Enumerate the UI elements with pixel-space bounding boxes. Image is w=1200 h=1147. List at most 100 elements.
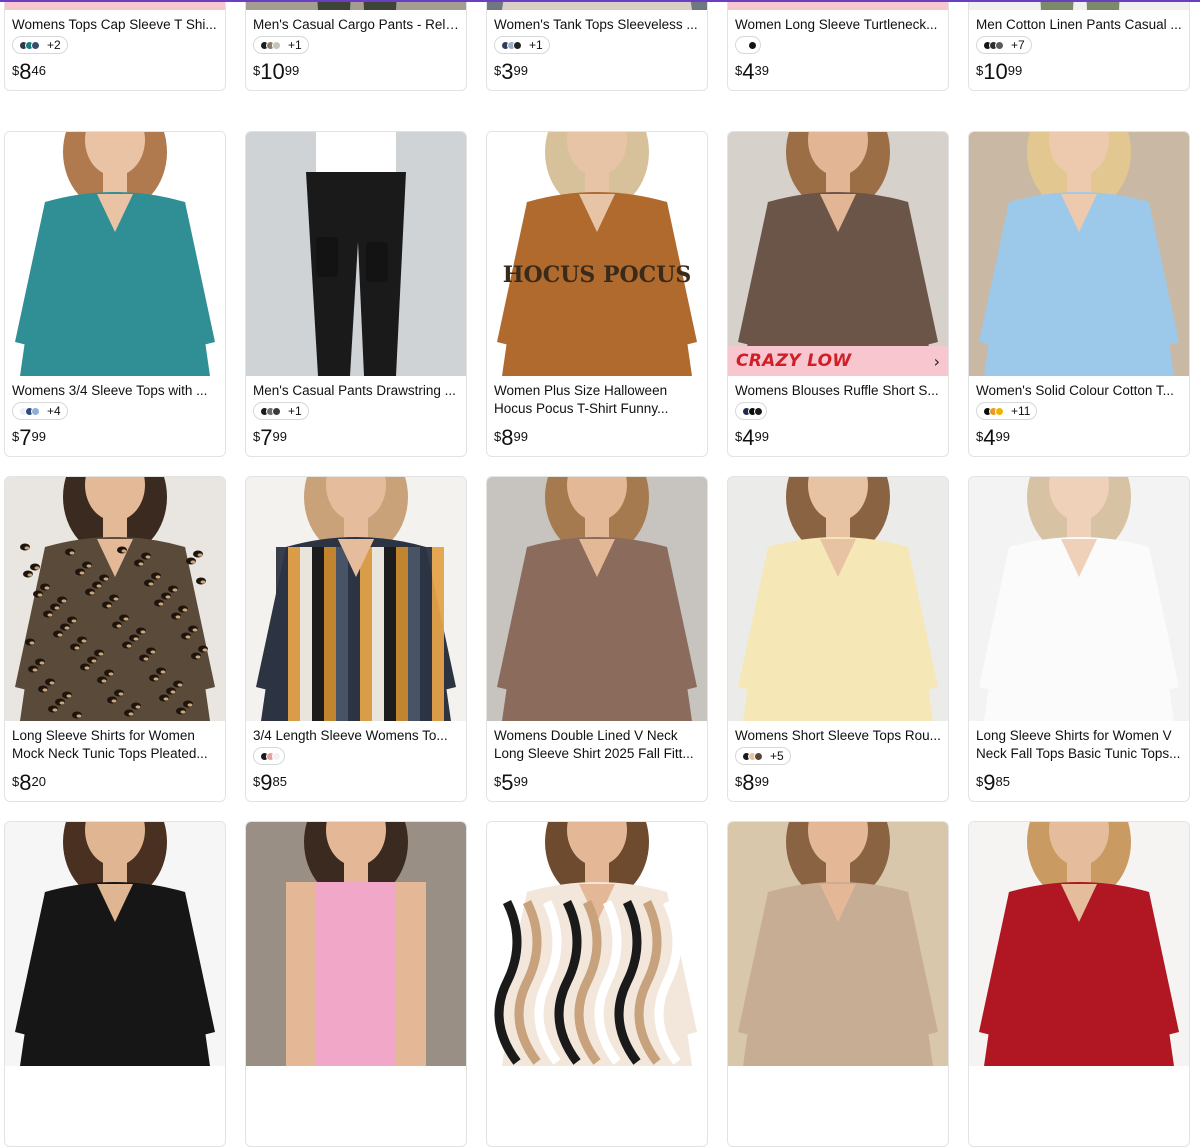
product-photo[interactable] [487,822,707,1066]
color-swatches[interactable] [253,747,285,765]
product-image[interactable] [728,822,948,1066]
product-photo[interactable] [246,822,466,1066]
product-card[interactable]: CRAZY LOW›Womens Tops Cap Sleeve T Shi..… [4,0,226,91]
product-card[interactable] [486,821,708,1147]
product-title[interactable]: 3/4 Length Sleeve Womens To... [253,727,461,745]
product-card[interactable] [4,821,226,1147]
swatch-dot [272,406,281,416]
price-fraction: 99 [995,429,1010,444]
product-title[interactable]: Women's Solid Colour Cotton T... [976,382,1184,400]
product-photo[interactable] [246,477,466,721]
product-image[interactable] [728,132,948,376]
product-photo[interactable] [969,132,1189,376]
product-title[interactable]: Long Sleeve Shirts for Women V Neck Fall… [976,727,1184,763]
product-price: $8 46 [12,60,46,84]
color-swatches[interactable]: +1 [253,402,309,420]
swatch-dots [501,40,522,50]
product-title[interactable]: Women Plus Size Halloween Hocus Pocus T-… [494,382,702,418]
product-photo[interactable]: HOCUS POCUS [487,132,707,376]
color-swatches[interactable]: +1 [253,36,309,54]
product-card[interactable] [968,821,1190,1147]
product-image[interactable] [728,477,948,721]
product-title[interactable]: Womens Tops Cap Sleeve T Shi... [12,16,220,34]
product-photo[interactable] [728,132,948,376]
swatch-dots [983,406,1004,416]
product-card[interactable]: Men Cotton Linen Pants Casual ... +7 $10 99 [968,0,1190,91]
color-swatches[interactable]: +7 [976,36,1032,54]
swatch-dot [754,406,763,416]
product-image[interactable] [487,477,707,721]
product-image[interactable] [246,477,466,721]
product-image[interactable] [487,822,707,1066]
color-swatches[interactable] [735,36,761,54]
product-image[interactable] [5,477,225,721]
product-price: $5 99 [494,771,528,795]
product-photo[interactable] [487,477,707,721]
price-whole: 10 [260,59,285,84]
color-swatches[interactable]: +4 [12,402,68,420]
product-image[interactable] [246,822,466,1066]
product-title[interactable]: Men Cotton Linen Pants Casual ... [976,16,1184,34]
product-card[interactable]: 3/4 Length Sleeve Womens To... $9 85 [245,476,467,802]
product-title[interactable]: Womens Short Sleeve Tops Rou... [735,727,943,745]
price-currency: $ [976,63,984,78]
price-fraction: 99 [284,63,300,78]
crazy-low-banner[interactable]: CRAZY LOW › [728,346,948,376]
product-title[interactable]: Men's Casual Cargo Pants - Rela... [253,16,461,34]
price-fraction: 39 [754,63,769,78]
product-photo[interactable] [728,822,948,1066]
product-title[interactable]: Womens 3/4 Sleeve Tops with ... [12,382,220,400]
product-photo[interactable] [969,822,1189,1066]
color-swatches[interactable] [735,402,767,420]
product-card[interactable]: Women's Tank Tops Sleeveless ... +1 $3 99 [486,0,708,91]
product-photo[interactable] [5,477,225,721]
product-card[interactable]: CRAZY LOW › Womens Blouses Ruffle Short S.… [727,131,949,457]
product-image[interactable] [246,132,466,376]
product-card[interactable] [245,821,467,1147]
product-card[interactable]: Long Sleeve Shirts for Women V Neck Fall… [968,476,1190,802]
product-card[interactable]: Womens Short Sleeve Tops Rou... +5 $8 99 [727,476,949,802]
product-card[interactable]: HOCUS POCUS Women Plus Size Halloween Hoc… [486,131,708,457]
product-title[interactable]: Womens Blouses Ruffle Short S... [735,382,943,400]
product-price: $3 99 [494,60,528,84]
product-photo[interactable] [5,132,225,376]
product-photo[interactable] [969,477,1189,721]
product-card[interactable] [727,821,949,1147]
product-image[interactable] [969,477,1189,721]
product-title[interactable]: Long Sleeve Shirts for Women Mock Neck T… [12,727,220,763]
product-card[interactable]: Men's Casual Pants Drawstring ... +1 $7 99 [245,131,467,457]
product-card[interactable]: Womens 3/4 Sleeve Tops with ... +4 $7 99 [4,131,226,457]
price-whole: 7 [19,425,32,450]
more-colors-count: +11 [1011,404,1031,418]
product-card[interactable]: Long Sleeve Shirts for Women Mock Neck T… [4,476,226,802]
color-swatches[interactable]: +11 [976,402,1038,420]
price-currency: $ [976,774,984,789]
price-currency: $ [494,63,502,78]
more-colors-count: +2 [47,38,61,52]
product-card[interactable]: CRAZY LOW›Women Long Sleeve Turtleneck..… [727,0,949,91]
product-image[interactable] [5,822,225,1066]
price-whole: 8 [742,770,755,795]
product-photo[interactable] [728,477,948,721]
price-fraction: 99 [272,429,287,444]
swatch-dots [260,406,281,416]
product-photo[interactable] [246,132,466,376]
color-swatches[interactable]: +5 [735,747,791,765]
product-title[interactable]: Womens Double Lined V Neck Long Sleeve S… [494,727,702,763]
product-title[interactable]: Men's Casual Pants Drawstring ... [253,382,461,400]
swatch-dot [748,40,757,50]
product-title[interactable]: Women Long Sleeve Turtleneck... [735,16,943,34]
product-card[interactable]: Women's Solid Colour Cotton T... +11 $4 99 [968,131,1190,457]
product-image[interactable] [969,822,1189,1066]
price-whole: 10 [983,59,1008,84]
product-title[interactable]: Women's Tank Tops Sleeveless ... [494,16,702,34]
swatch-dot [272,751,281,761]
product-image[interactable]: HOCUS POCUS [487,132,707,376]
color-swatches[interactable]: +2 [12,36,68,54]
product-card[interactable]: Men's Casual Cargo Pants - Rela... +1 $10 9… [245,0,467,91]
product-photo[interactable] [5,822,225,1066]
product-image[interactable] [969,132,1189,376]
color-swatches[interactable]: +1 [494,36,550,54]
product-card[interactable]: Womens Double Lined V Neck Long Sleeve S… [486,476,708,802]
product-image[interactable] [5,132,225,376]
